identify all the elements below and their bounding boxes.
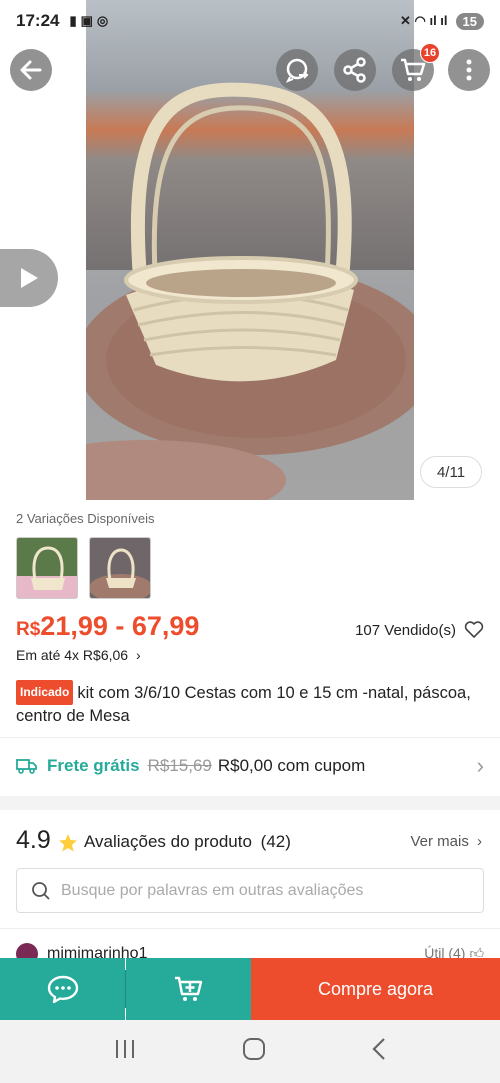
heart-icon	[464, 621, 484, 638]
recommended-tag: Indicado	[16, 680, 74, 705]
search-icon	[32, 881, 50, 900]
divider	[0, 928, 500, 929]
buy-now-button[interactable]: Compre agora	[251, 958, 500, 1020]
review-search-input[interactable]	[61, 881, 469, 900]
chevron-right-icon: ›	[135, 647, 141, 663]
product-title: Indicado kit com 3/6/10 Cestas com 10 e 1…	[16, 680, 486, 728]
status-time: 17:24	[16, 11, 60, 30]
more-options-button[interactable]	[448, 49, 490, 91]
installment-info[interactable]: Em até 4x R$6,06 ›	[16, 647, 141, 663]
price-range: R$21,99 - 67,99	[16, 611, 199, 642]
whatsapp-icon	[285, 58, 309, 83]
variation-thumbnail[interactable]	[16, 537, 78, 599]
system-navigation-bar	[0, 1020, 500, 1083]
product-image-gallery[interactable]: 17:24 ▮▣◎ ✕ ◠ ıl ıl 15 16 4/11	[0, 0, 500, 500]
arrow-left-icon	[20, 60, 42, 80]
variation-image	[90, 538, 150, 598]
price-currency: R$	[16, 619, 41, 640]
more-vertical-icon	[466, 59, 472, 81]
reviews-title: Avaliações do produto	[84, 832, 252, 851]
chevron-right-icon: ›	[477, 833, 482, 850]
recent-apps-button[interactable]	[113, 1038, 137, 1065]
see-more-link[interactable]: Ver mais ›	[410, 833, 482, 850]
reviews-count: (42)	[260, 832, 291, 851]
price-value: 21,99 - 67,99	[40, 611, 200, 641]
notification-icons: ▮▣◎	[69, 13, 113, 28]
system-back-button[interactable]	[371, 1037, 387, 1066]
sold-count: 107 Vendido(s)	[355, 622, 456, 639]
variation-thumbnail[interactable]	[89, 537, 151, 599]
rating-value: 4.9	[16, 826, 51, 854]
shipping-old-price: R$15,69	[147, 756, 212, 775]
cart-button[interactable]: 16	[392, 43, 440, 91]
reviews-heading: Avaliações do produto (42)	[84, 832, 291, 852]
home-button[interactable]	[242, 1037, 266, 1066]
bottom-action-bar: Compre agora	[0, 958, 500, 1020]
favorite-button[interactable]	[464, 621, 484, 644]
installment-text: Em até 4x R$6,06	[16, 647, 129, 663]
chevron-right-icon: ›	[476, 753, 484, 778]
whatsapp-share-button[interactable]	[276, 49, 318, 91]
shipping-row[interactable]: Frete grátis R$15,69 R$0,00 com cupom ›	[0, 738, 500, 794]
section-separator	[0, 796, 500, 810]
signal-icons: ✕ ◠ ıl ıl	[400, 13, 448, 28]
see-more-label: Ver mais	[410, 833, 469, 850]
shipping-new-price: R$0,00 com cupom	[217, 756, 366, 775]
video-play-button[interactable]	[0, 249, 58, 307]
battery-indicator: 15	[455, 12, 484, 30]
star-icon	[58, 833, 78, 858]
share-icon	[343, 57, 366, 83]
truck-icon	[16, 759, 37, 774]
add-to-cart-icon	[174, 976, 202, 1001]
variation-image	[17, 538, 77, 598]
free-shipping-label: Frete grátis	[47, 756, 140, 775]
cart-badge: 16	[420, 43, 440, 63]
status-bar: 17:24 ▮▣◎ ✕ ◠ ıl ıl 15	[0, 0, 500, 42]
play-icon	[21, 268, 38, 288]
share-button[interactable]	[334, 49, 376, 91]
back-button[interactable]	[10, 49, 52, 91]
add-to-cart-button[interactable]	[126, 958, 251, 1020]
recent-apps-icon	[115, 1040, 134, 1058]
home-icon	[242, 1038, 265, 1060]
variations-label: 2 Variações Disponíveis	[16, 511, 155, 526]
product-title-text: kit com 3/6/10 Cestas com 10 e 15 cm -na…	[16, 684, 471, 725]
chat-button[interactable]	[0, 958, 125, 1020]
back-chevron-icon	[372, 1038, 386, 1060]
chat-icon	[47, 975, 78, 1004]
review-search-field[interactable]	[16, 868, 484, 913]
image-counter: 4/11	[420, 456, 482, 488]
